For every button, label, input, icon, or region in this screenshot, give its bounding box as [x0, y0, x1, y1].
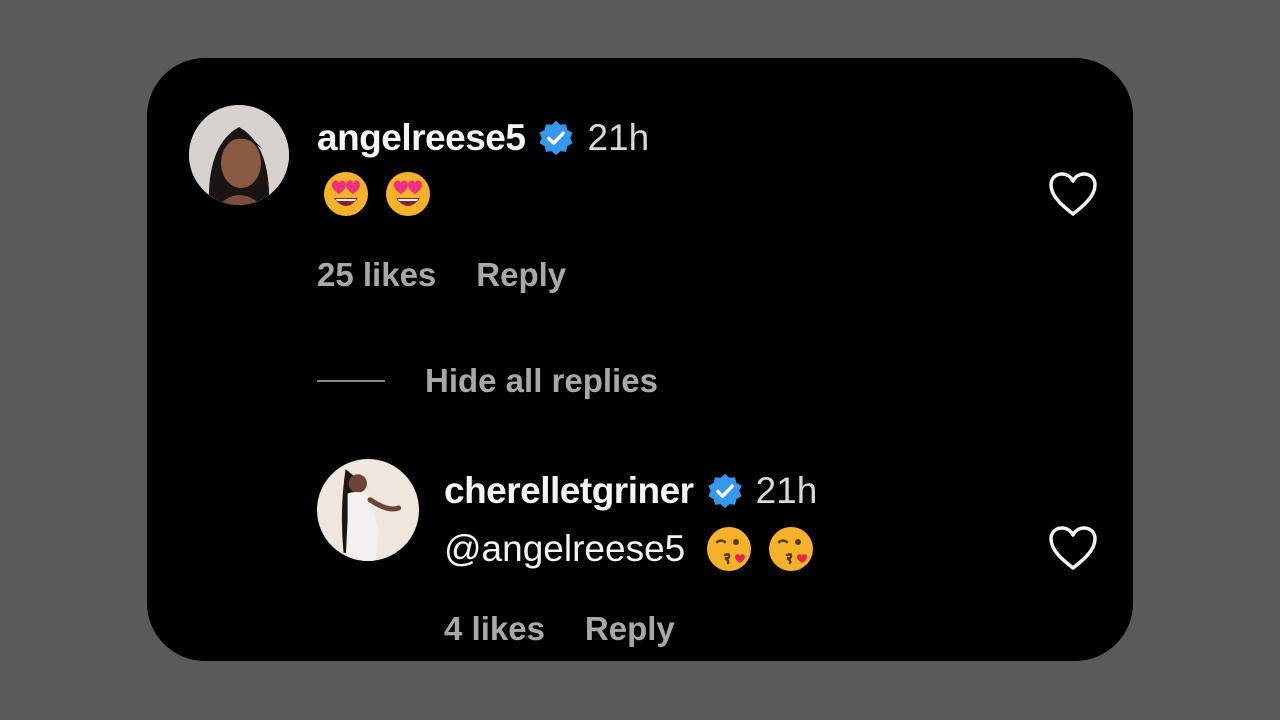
comment-text [322, 168, 432, 220]
face-blowing-a-kiss-icon [705, 525, 753, 573]
comment-time: 21h [755, 470, 818, 511]
comment-time: 21h [587, 117, 650, 158]
comment-actions: 25 likes Reply [317, 253, 566, 297]
mention-link[interactable]: @angelreese5 [444, 528, 685, 570]
username[interactable]: cherelletgriner [444, 470, 694, 512]
comments-card: angelreese5 21h 25 likes Reply Hide all … [147, 58, 1133, 661]
smiling-face-with-heart-eyes-icon [384, 170, 432, 218]
avatar-angelreese5[interactable] [189, 105, 289, 205]
like-heart-icon[interactable] [1047, 524, 1099, 572]
reply-text: @angelreese5 [444, 523, 815, 575]
reply-header: cherelletgriner 21h [444, 466, 817, 516]
comment-header: angelreese5 21h [317, 113, 649, 163]
likes-count[interactable]: 4 likes [444, 610, 545, 648]
face-blowing-a-kiss-icon [767, 525, 815, 573]
reply-actions: 4 likes Reply [444, 607, 675, 651]
username[interactable]: angelreese5 [317, 117, 526, 159]
divider [317, 380, 385, 382]
hide-replies-label: Hide all replies [425, 362, 658, 399]
likes-count[interactable]: 25 likes [317, 256, 436, 294]
hide-replies-toggle[interactable]: Hide all replies [317, 359, 658, 403]
like-heart-icon[interactable] [1047, 170, 1099, 218]
reply-button[interactable]: Reply [476, 256, 566, 294]
avatar-cherelletgriner[interactable] [317, 459, 419, 561]
smiling-face-with-heart-eyes-icon [322, 170, 370, 218]
verified-badge-icon [537, 119, 575, 157]
verified-badge-icon [706, 472, 744, 510]
reply-button[interactable]: Reply [585, 610, 675, 648]
